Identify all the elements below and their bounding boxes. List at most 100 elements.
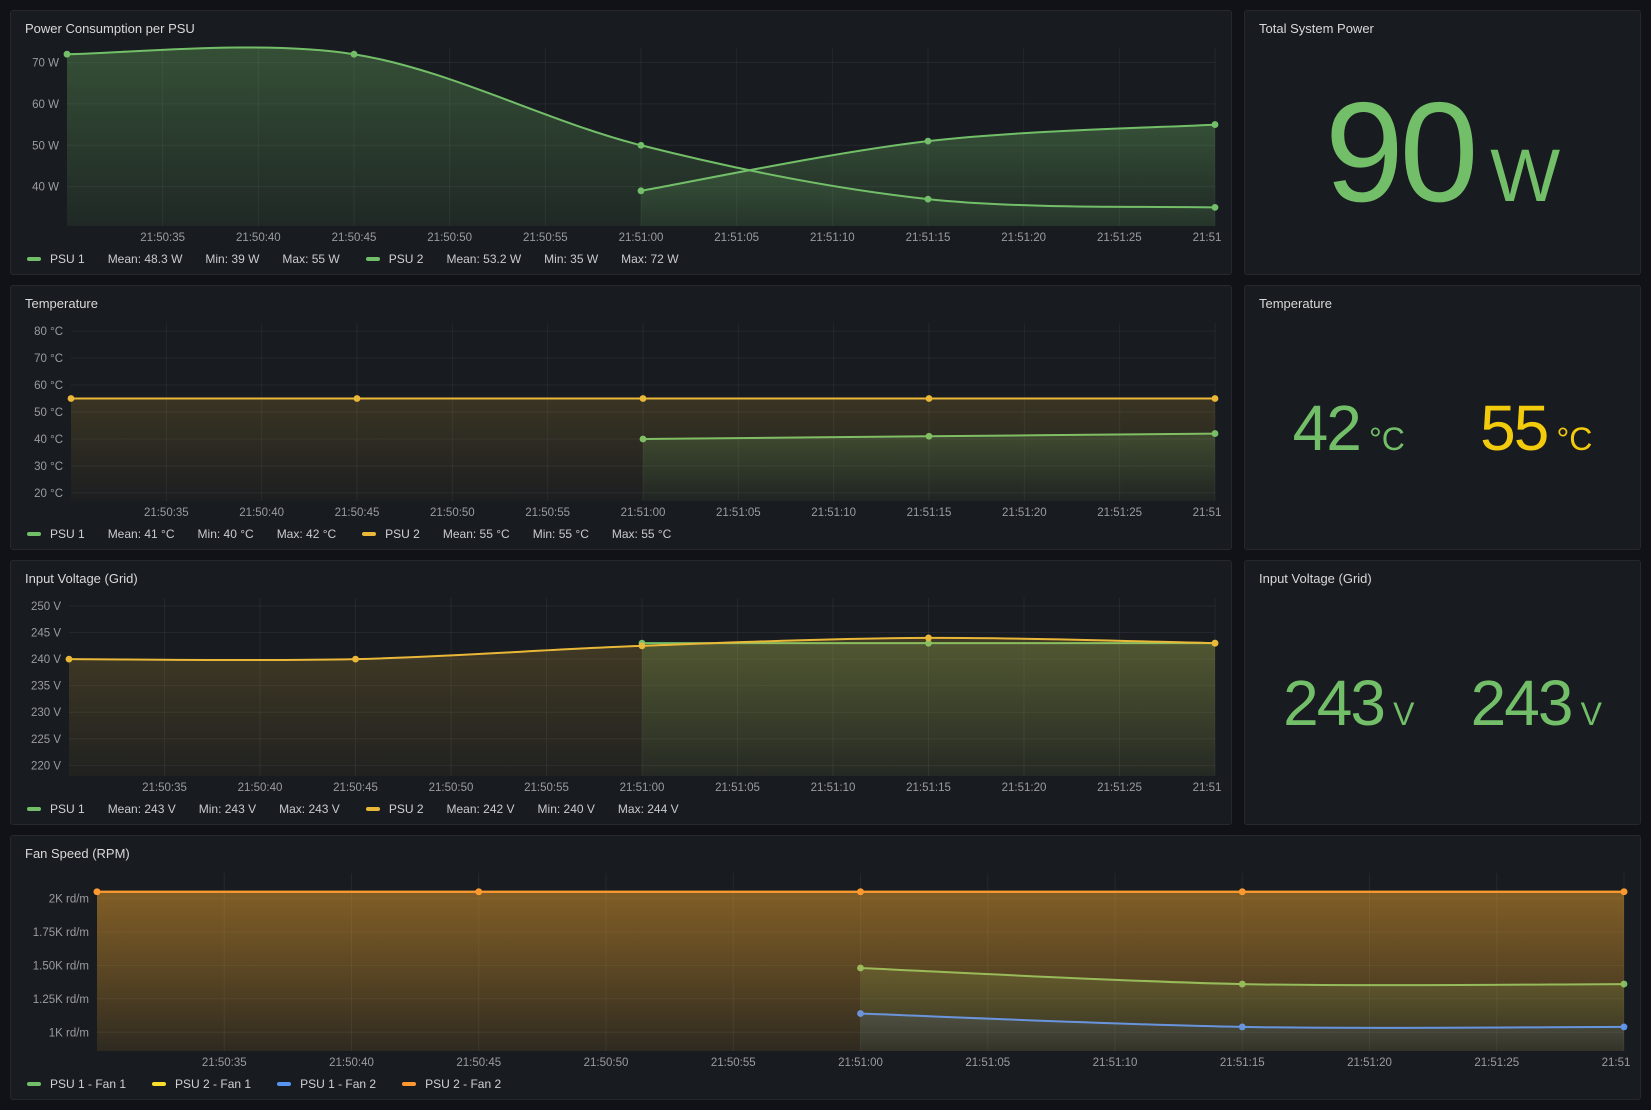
svg-text:60 °C: 60 °C [34,380,63,392]
temperature-legend: PSU 1Mean: 41 °CMin: 40 °CMax: 42 °CPSU … [21,523,1221,541]
svg-text:21:50:35: 21:50:35 [144,507,189,519]
svg-text:225 V: 225 V [31,734,61,746]
svg-text:220 V: 220 V [31,760,61,772]
svg-text:50 °C: 50 °C [34,407,63,419]
panel-title-temperature[interactable]: Temperature [21,292,1221,314]
svg-text:21:51:00: 21:51:00 [621,507,666,519]
panel-title-total-system-power[interactable]: Total System Power [1255,17,1630,39]
legend-calc: Min: 40 °C [198,527,254,541]
svg-text:21:50:40: 21:50:40 [329,1057,374,1069]
fan-speed-chart[interactable]: 1K rd/m1.25K rd/m1.50K rd/m1.75K rd/m2K … [21,864,1630,1073]
stat: 243V [1283,671,1414,735]
input-voltage-legend: PSU 1Mean: 243 VMin: 243 VMax: 243 VPSU … [21,798,1221,816]
svg-text:21:51:05: 21:51:05 [714,232,759,244]
legend-calc: Min: 243 V [199,802,256,816]
svg-text:21:50:35: 21:50:35 [140,232,185,244]
stat-unit: W [1490,139,1560,213]
panel-fan-speed: Fan Speed (RPM) 1K rd/m1.25K rd/m1.50K r… [10,835,1641,1100]
svg-text:21:50:40: 21:50:40 [236,232,281,244]
svg-text:21:51:30: 21:51:30 [1193,507,1221,519]
legend-calc: Mean: 48.3 W [108,252,183,266]
svg-text:1.25K rd/m: 1.25K rd/m [33,994,89,1006]
legend-calc: Min: 39 W [205,252,259,266]
total-system-power-stat: 90W [1255,39,1630,266]
stat-unit: °C [1369,423,1405,455]
panel-title-fan-speed[interactable]: Fan Speed (RPM) [21,842,1630,864]
svg-text:21:50:45: 21:50:45 [456,1057,501,1069]
svg-text:21:51:00: 21:51:00 [619,232,664,244]
svg-text:21:51:20: 21:51:20 [1002,507,1047,519]
svg-text:235 V: 235 V [31,681,61,693]
legend-item-psu-1-fan-1[interactable]: PSU 1 - Fan 1 [27,1077,126,1091]
panel-power-consumption: Power Consumption per PSU 40 W50 W60 W70… [10,10,1232,275]
legend-swatch [362,532,376,536]
legend-item-psu-1-fan-2[interactable]: PSU 1 - Fan 2 [277,1077,376,1091]
svg-text:21:50:50: 21:50:50 [427,232,472,244]
panel-input-voltage-stat: Input Voltage (Grid) 243V243V [1244,560,1641,825]
svg-text:21:51:15: 21:51:15 [906,232,951,244]
svg-text:21:50:40: 21:50:40 [238,782,283,794]
legend-label: PSU 2 - Fan 2 [425,1077,501,1091]
svg-text:21:50:55: 21:50:55 [524,782,569,794]
svg-text:21:51:25: 21:51:25 [1474,1057,1519,1069]
svg-text:21:51:25: 21:51:25 [1097,507,1142,519]
legend-swatch [366,807,380,811]
svg-text:21:50:35: 21:50:35 [142,782,187,794]
svg-text:21:51:15: 21:51:15 [1220,1057,1265,1069]
stat: 55°C [1480,396,1592,460]
legend-label: PSU 2 - Fan 1 [175,1077,251,1091]
svg-text:80 °C: 80 °C [34,326,63,338]
panel-title-input-voltage-stat[interactable]: Input Voltage (Grid) [1255,567,1630,589]
stat-value: 90 [1325,82,1474,224]
panel-temperature-stat: Temperature 42°C55°C [1244,285,1641,550]
legend-item-psu-2-fan-1[interactable]: PSU 2 - Fan 1 [152,1077,251,1091]
legend-calc: Max: 243 V [279,802,340,816]
legend-calc: Max: 55 °C [612,527,671,541]
legend-item-psu-2[interactable]: PSU 2Mean: 53.2 WMin: 35 WMax: 72 W [366,252,679,266]
legend-calc: Mean: 41 °C [108,527,175,541]
panel-title-power-consumption[interactable]: Power Consumption per PSU [21,17,1221,39]
svg-text:21:50:50: 21:50:50 [430,507,475,519]
svg-text:60 W: 60 W [32,99,59,111]
legend-swatch [27,257,41,261]
svg-text:230 V: 230 V [31,707,61,719]
legend-item-psu-2[interactable]: PSU 2Mean: 242 VMin: 240 VMax: 244 V [366,802,679,816]
svg-text:250 V: 250 V [31,601,61,613]
panel-title-temperature-stat[interactable]: Temperature [1255,292,1630,314]
svg-text:21:51:20: 21:51:20 [1002,782,1047,794]
panel-input-voltage-chart: Input Voltage (Grid) 220 V 225 V 230 V 235 … [10,560,1232,825]
legend-label: PSU 1 [50,252,85,266]
legend-calc: Min: 55 °C [533,527,589,541]
input-voltage-chart[interactable]: 220 V225 V230 V235 V240 V245 V250 V21:50… [21,589,1221,798]
panel-total-system-power: Total System Power 90W [1244,10,1641,275]
stat: 42°C [1293,396,1405,460]
svg-text:50 W: 50 W [32,140,59,152]
svg-text:21:51:10: 21:51:10 [810,232,855,244]
legend-label: PSU 2 [389,802,424,816]
legend-item-psu-1[interactable]: PSU 1Mean: 243 VMin: 243 VMax: 243 V [27,802,340,816]
stat-value: 55 [1480,396,1547,460]
svg-text:21:51:05: 21:51:05 [716,507,761,519]
svg-text:21:51:20: 21:51:20 [1001,232,1046,244]
legend-label: PSU 2 [389,252,424,266]
stat-unit: V [1393,698,1414,730]
svg-text:1K rd/m: 1K rd/m [49,1027,89,1039]
legend-calc: Max: 72 W [621,252,678,266]
svg-text:245 V: 245 V [31,628,61,640]
grafana-dashboard: Power Consumption per PSU 40 W50 W60 W70… [0,0,1651,1110]
legend-calc: Min: 240 V [538,802,595,816]
legend-item-psu-2[interactable]: PSU 2Mean: 55 °CMin: 55 °CMax: 55 °C [362,527,671,541]
temperature-chart[interactable]: 20 °C30 °C40 °C50 °C60 °C70 °C80 °C21:50… [21,314,1221,523]
legend-calc: Min: 35 W [544,252,598,266]
input-voltage-stat: 243V243V [1255,589,1630,816]
svg-text:21:51:10: 21:51:10 [811,507,856,519]
legend-item-psu-1[interactable]: PSU 1Mean: 48.3 WMin: 39 WMax: 55 W [27,252,340,266]
legend-label: PSU 1 - Fan 2 [300,1077,376,1091]
legend-item-psu-1[interactable]: PSU 1Mean: 41 °CMin: 40 °CMax: 42 °C [27,527,336,541]
svg-text:40 W: 40 W [32,182,59,194]
power-consumption-chart[interactable]: 40 W50 W60 W70 W21:50:3521:50:4021:50:45… [21,39,1221,248]
legend-item-psu-2-fan-2[interactable]: PSU 2 - Fan 2 [402,1077,501,1091]
svg-text:21:51:10: 21:51:10 [811,782,856,794]
panel-title-input-voltage[interactable]: Input Voltage (Grid) [21,567,1221,589]
svg-text:21:50:50: 21:50:50 [584,1057,629,1069]
